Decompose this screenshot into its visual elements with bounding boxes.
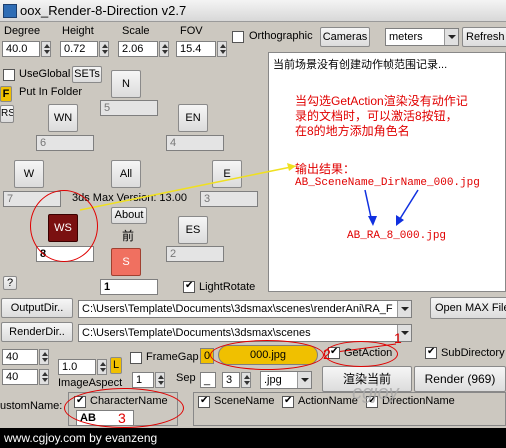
main-window: oox_Render-8-Direction v2.7 Degree Heigh…: [0, 0, 506, 448]
width-spinner[interactable]: [39, 349, 49, 365]
width-input[interactable]: 40: [2, 349, 38, 365]
render-all-button[interactable]: Render (969): [414, 366, 506, 392]
annotation-number-1: 1: [394, 330, 402, 346]
outputdir-value: C:\Users\Template\Documents\3dsmax\scene…: [82, 303, 393, 315]
one-spinner[interactable]: [155, 372, 165, 388]
extension-select[interactable]: .jpg: [260, 371, 312, 389]
blue-arrowhead-2: [396, 215, 404, 226]
aspect-spinner[interactable]: [97, 359, 107, 375]
customname-label: ustomName:: [0, 400, 63, 412]
sep-input[interactable]: _: [200, 372, 216, 388]
scenename-checkbox[interactable]: [198, 395, 210, 408]
outputdir-button[interactable]: OutputDir..: [1, 298, 73, 318]
subdirectory-label: SubDirectory: [441, 347, 505, 359]
actionname-checkbox[interactable]: [282, 395, 294, 408]
annotation-circle-getaction: [324, 341, 398, 367]
annotation-number-3: 3: [118, 410, 126, 426]
yellow-arrow: [79, 165, 297, 211]
renderdir-value: C:\Users\Template\Documents\3dsmax\scene…: [82, 327, 311, 339]
subdirectory-checkbox[interactable]: [425, 346, 437, 359]
one-input[interactable]: 1: [132, 372, 154, 388]
blue-arrowhead-1: [368, 216, 377, 226]
outputdir-select[interactable]: C:\Users\Template\Documents\3dsmax\scene…: [78, 300, 412, 318]
height-size-spinner[interactable]: [39, 369, 49, 385]
height-size-input[interactable]: 40: [2, 369, 38, 385]
watermark-logo: cgjoy: [352, 382, 399, 404]
open-max-file-button[interactable]: Open MAX File: [430, 297, 506, 319]
digits-input[interactable]: 3: [222, 372, 240, 388]
annotation-circle-ws: [30, 190, 98, 262]
renderdir-select[interactable]: C:\Users\Template\Documents\3dsmax\scene…: [78, 324, 412, 342]
annotation-number-2: 2: [323, 346, 331, 362]
scenename-label: SceneName: [214, 395, 275, 407]
extension-value: .jpg: [264, 374, 282, 386]
actionname-label: ActionName: [298, 395, 358, 407]
digits-spinner[interactable]: [241, 372, 251, 388]
footer-bar: www.cgjoy.com by evanzeng: [0, 428, 506, 448]
framegap-checkbox[interactable]: [130, 352, 142, 364]
blue-arrow-2: [397, 189, 419, 223]
footer-text: www.cgjoy.com by evanzeng: [4, 431, 158, 445]
image-aspect-label: ImageAspect: [58, 377, 123, 389]
renderdir-button[interactable]: RenderDir..: [1, 322, 73, 342]
framegap-label: FrameGap: [146, 351, 199, 363]
aspect-input[interactable]: 1.0: [58, 359, 96, 375]
lock-aspect-button[interactable]: L: [110, 357, 122, 374]
chevron-down-icon: [397, 301, 411, 317]
chevron-down-icon: [297, 372, 311, 388]
annotation-circle-filename: [210, 340, 324, 370]
sep-label: Sep: [176, 372, 196, 384]
